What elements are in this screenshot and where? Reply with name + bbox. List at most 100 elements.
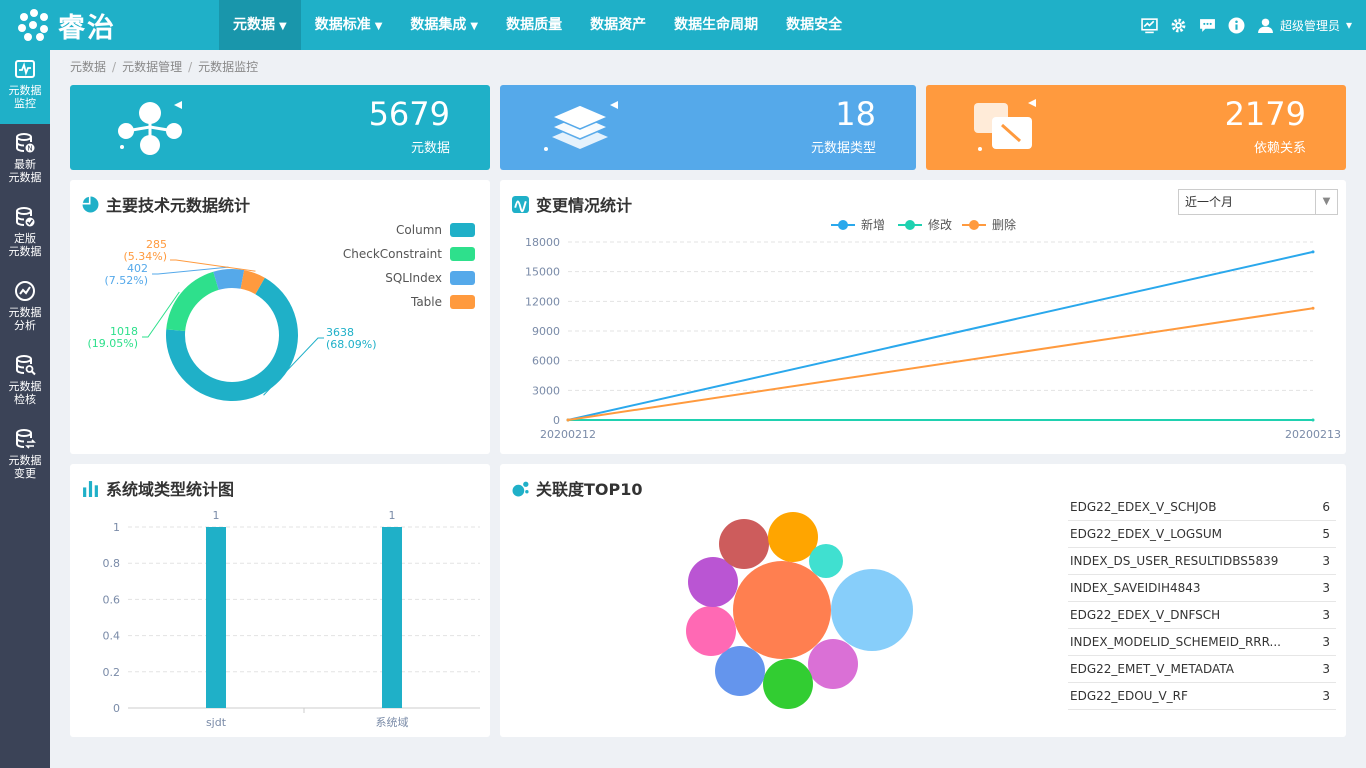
sidebar-item-2[interactable]: 定版 元数据 xyxy=(0,198,50,272)
main-nav: 元数据 ▼ 数据标准 ▼ 数据集成 ▼ 数据质量 数据资产 数据生命周期 数据安全 xyxy=(219,0,856,50)
user-icon xyxy=(1258,18,1273,33)
breadcrumb-item[interactable]: 元数据管理 xyxy=(122,60,182,74)
nav-item-5[interactable]: 数据生命周期 xyxy=(660,0,772,50)
donut-percent-label: (7.52%) xyxy=(104,274,148,287)
app-logo[interactable]: 睿治 xyxy=(18,7,116,44)
y-tick-label: 0 xyxy=(113,702,120,715)
item-count: 3 xyxy=(1322,581,1330,595)
sidebar-item-label: 元数据 xyxy=(8,306,42,319)
sidebar-item-label: 最新 xyxy=(14,158,36,171)
chevron-down-icon: ▼ xyxy=(279,21,287,32)
bubble[interactable] xyxy=(719,519,769,569)
nav-item-2[interactable]: 数据集成 ▼ xyxy=(396,0,492,50)
stat-value: 18 xyxy=(835,95,876,133)
item-name: EDG22_EDEX_V_SCHJOB xyxy=(1070,500,1217,514)
legend-label: 新增 xyxy=(861,217,885,232)
bubble[interactable] xyxy=(809,544,843,578)
stat-label: 元数据类型 xyxy=(810,141,876,156)
sidebar-item-1[interactable]: N 最新 元数据 xyxy=(0,124,50,198)
list-item[interactable]: EDG22_EDEX_V_DNFSCH 3 xyxy=(1068,602,1336,629)
x-tick-label: 系统域 xyxy=(376,716,409,729)
layers-icon xyxy=(544,101,618,151)
x-tick-label: 20200213 xyxy=(1285,428,1341,441)
y-tick-label: 0.4 xyxy=(103,630,121,643)
message-icon[interactable] xyxy=(1199,17,1216,34)
breadcrumb-item[interactable]: 元数据 xyxy=(70,60,106,74)
y-tick-label: 18000 xyxy=(525,236,560,249)
donut-slice-sqlindex[interactable] xyxy=(213,269,245,290)
line-series-2[interactable] xyxy=(567,307,1314,421)
top-bar: 睿治 元数据 ▼ 数据标准 ▼ 数据集成 ▼ 数据质量 数据资产 数据生命周期 数据安全 超级管理… xyxy=(0,0,1366,50)
sidebar-item-label: 元数据 xyxy=(8,171,42,184)
user-menu[interactable]: 超级管理员 ▾ xyxy=(1257,17,1352,34)
y-tick-label: 0.8 xyxy=(103,557,121,570)
nav-item-1[interactable]: 数据标准 ▼ xyxy=(301,0,397,50)
user-name: 超级管理员 xyxy=(1279,18,1340,33)
svg-text:N: N xyxy=(27,145,32,153)
y-tick-label: 3000 xyxy=(532,384,560,397)
line-point[interactable] xyxy=(1311,418,1315,422)
stat-card-metadata[interactable]: 5679 元数据 xyxy=(70,85,490,170)
bubble[interactable] xyxy=(686,606,736,656)
chart-monitor-icon[interactable] xyxy=(1141,17,1158,34)
info-icon[interactable] xyxy=(1228,17,1245,34)
sidebar-item-label: 元数据 xyxy=(8,454,42,467)
nav-item-0[interactable]: 元数据 ▼ xyxy=(219,0,301,50)
sidebar-item-label: 元数据 xyxy=(8,84,42,97)
database-change-icon xyxy=(16,429,36,449)
list-item[interactable]: EDG22_EMET_V_METADATA 3 xyxy=(1068,656,1336,683)
legend-item[interactable]: 修改 xyxy=(898,217,952,232)
y-tick-label: 12000 xyxy=(525,295,560,308)
stat-card-metadata-types[interactable]: 18 元数据类型 xyxy=(500,85,916,170)
line-series-0[interactable] xyxy=(567,250,1314,421)
nav-item-label: 元数据 xyxy=(233,17,275,33)
sidebar-item-5[interactable]: 元数据 变更 xyxy=(0,420,50,494)
legend-item[interactable]: 新增 xyxy=(831,217,885,232)
nav-item-3[interactable]: 数据质量 xyxy=(492,0,576,50)
list-item[interactable]: EDG22_EDOU_V_RF 3 xyxy=(1068,683,1336,710)
donut-slice-checkconstraint[interactable] xyxy=(166,271,219,331)
list-item[interactable]: INDEX_SAVEIDIH4843 3 xyxy=(1068,575,1336,602)
chevron-down-icon: ▼ xyxy=(374,21,383,32)
bubble[interactable] xyxy=(715,646,765,696)
list-item[interactable]: EDG22_EDEX_V_SCHJOB 6 xyxy=(1068,494,1336,521)
bar-value-label: 1 xyxy=(213,509,220,522)
chevron-down-icon: ▼ xyxy=(470,21,479,32)
bar[interactable] xyxy=(206,527,226,708)
list-item[interactable]: INDEX_MODELID_SCHEMEID_RRR... 3 xyxy=(1068,629,1336,656)
nav-item-6[interactable]: 数据安全 xyxy=(772,0,856,50)
sidebar-item-0[interactable]: 元数据 监控 xyxy=(0,50,50,124)
bubble[interactable] xyxy=(831,569,913,651)
sidebar-item-label: 元数据 xyxy=(8,245,42,258)
sidebar-item-4[interactable]: 元数据 检核 xyxy=(0,346,50,420)
bar-chart: 0 0.2 0.4 0.6 0.8 1 1 sjdt 1 系统域 xyxy=(103,509,480,729)
breadcrumb-item-current: 元数据监控 xyxy=(198,60,259,74)
line-point[interactable] xyxy=(1311,250,1315,254)
domain-type-panel: 系统域类型统计图 0 0.2 0.4 0.6 0.8 1 1 sjdt 1 系统域 xyxy=(70,464,490,737)
item-count: 3 xyxy=(1322,554,1330,568)
bubble[interactable] xyxy=(733,561,831,659)
bubble[interactable] xyxy=(808,639,858,689)
logo-icon xyxy=(18,9,50,41)
y-tick-label: 0 xyxy=(553,414,560,427)
nav-item-label: 数据标准 xyxy=(314,17,371,33)
legend-marker xyxy=(969,220,979,230)
nav-item-label: 数据资产 xyxy=(590,17,647,33)
line-point[interactable] xyxy=(566,418,570,422)
sidebar-item-3[interactable]: 元数据 分析 xyxy=(0,272,50,346)
list-item[interactable]: EDG22_EDEX_V_LOGSUM 5 xyxy=(1068,521,1336,548)
sidebar-item-label: 元数据 xyxy=(8,380,42,393)
stat-card-dependencies[interactable]: 2179 依赖关系 xyxy=(926,85,1346,170)
logo-text: 睿治 xyxy=(58,12,116,44)
list-item[interactable]: INDEX_DS_USER_RESULTIDBS5839 3 xyxy=(1068,548,1336,575)
line-point[interactable] xyxy=(1311,306,1315,310)
bubble[interactable] xyxy=(763,659,813,709)
change-stats-panel: 变更情况统计 近一个月 ▼ 0 3000 6000 9000 12000 15000 180… xyxy=(500,180,1346,454)
nav-item-4[interactable]: 数据资产 xyxy=(576,0,660,50)
donut-label-line xyxy=(170,259,256,272)
y-tick-label: 6000 xyxy=(532,355,560,368)
bar[interactable] xyxy=(382,527,402,708)
gear-icon[interactable] xyxy=(1170,17,1187,34)
header-actions: 超级管理员 ▾ xyxy=(1141,0,1352,50)
legend-item[interactable]: 删除 xyxy=(962,217,1016,232)
